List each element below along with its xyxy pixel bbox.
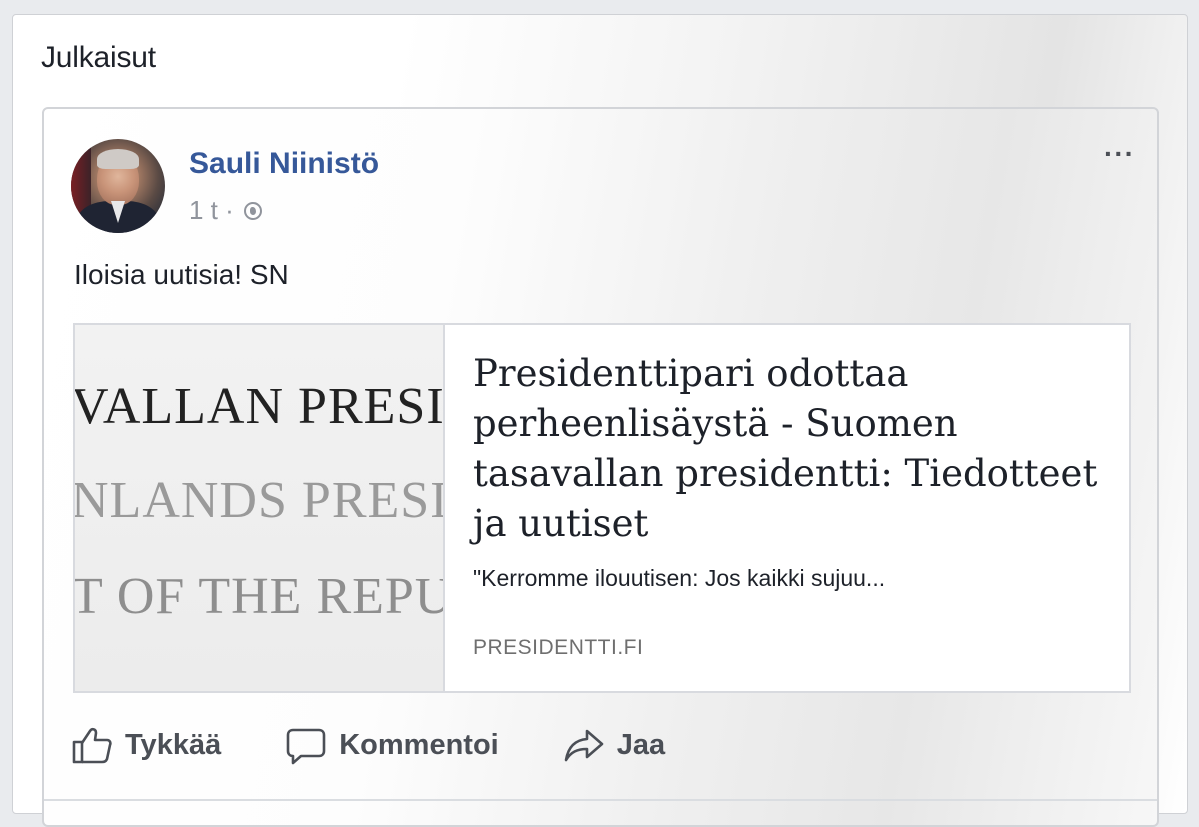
thumbs-up-icon [72,727,112,764]
post-timestamp[interactable]: 1 t · [189,195,234,226]
comment-label: Kommentoi [339,728,499,761]
post-meta: 1 t · [189,195,262,226]
avatar-hair [97,149,139,169]
like-button[interactable]: Tykkää [71,725,221,765]
post-actions: Tykkää Kommentoi Jaa [71,719,729,771]
like-label: Tykkää [125,728,222,761]
link-description: "Kerromme ilouutisen: Jos kaikki sujuu..… [473,565,886,591]
comment-button[interactable]: Kommentoi [285,725,499,765]
share-label: Jaa [616,728,666,761]
image-text-line: T OF THE REPU [75,568,445,625]
image-text-line: VALLAN PRESID [75,378,445,435]
link-domain: PRESIDENTTI.FI [473,636,644,659]
ellipsis-icon[interactable]: ··· [1104,140,1135,168]
section-title: Julkaisut [41,41,156,74]
link-title[interactable]: Presidenttipari odottaa perheenlisäystä … [473,349,1113,549]
posts-panel: Julkaisut Sauli Niinistö 1 t · ··· Ilois… [12,14,1188,827]
post-card: Sauli Niinistö 1 t · ··· Iloisia uutisia… [42,107,1159,827]
share-arrow-icon [564,729,604,762]
link-preview-image[interactable]: VALLAN PRESID NLANDS PRESI T OF THE REPU [75,325,445,691]
speech-bubble-icon [286,728,326,765]
share-button[interactable]: Jaa [563,725,665,765]
image-text-line: NLANDS PRESI [75,472,445,529]
link-preview[interactable]: VALLAN PRESID NLANDS PRESI T OF THE REPU… [73,323,1131,693]
globe-icon[interactable] [243,201,262,220]
link-preview-info[interactable]: Presidenttipari odottaa perheenlisäystä … [473,349,1113,660]
avatar[interactable] [71,139,165,233]
post-text: Iloisia uutisia! SN [74,259,289,290]
author-name[interactable]: Sauli Niinistö [189,147,379,181]
actions-divider [44,799,1157,801]
